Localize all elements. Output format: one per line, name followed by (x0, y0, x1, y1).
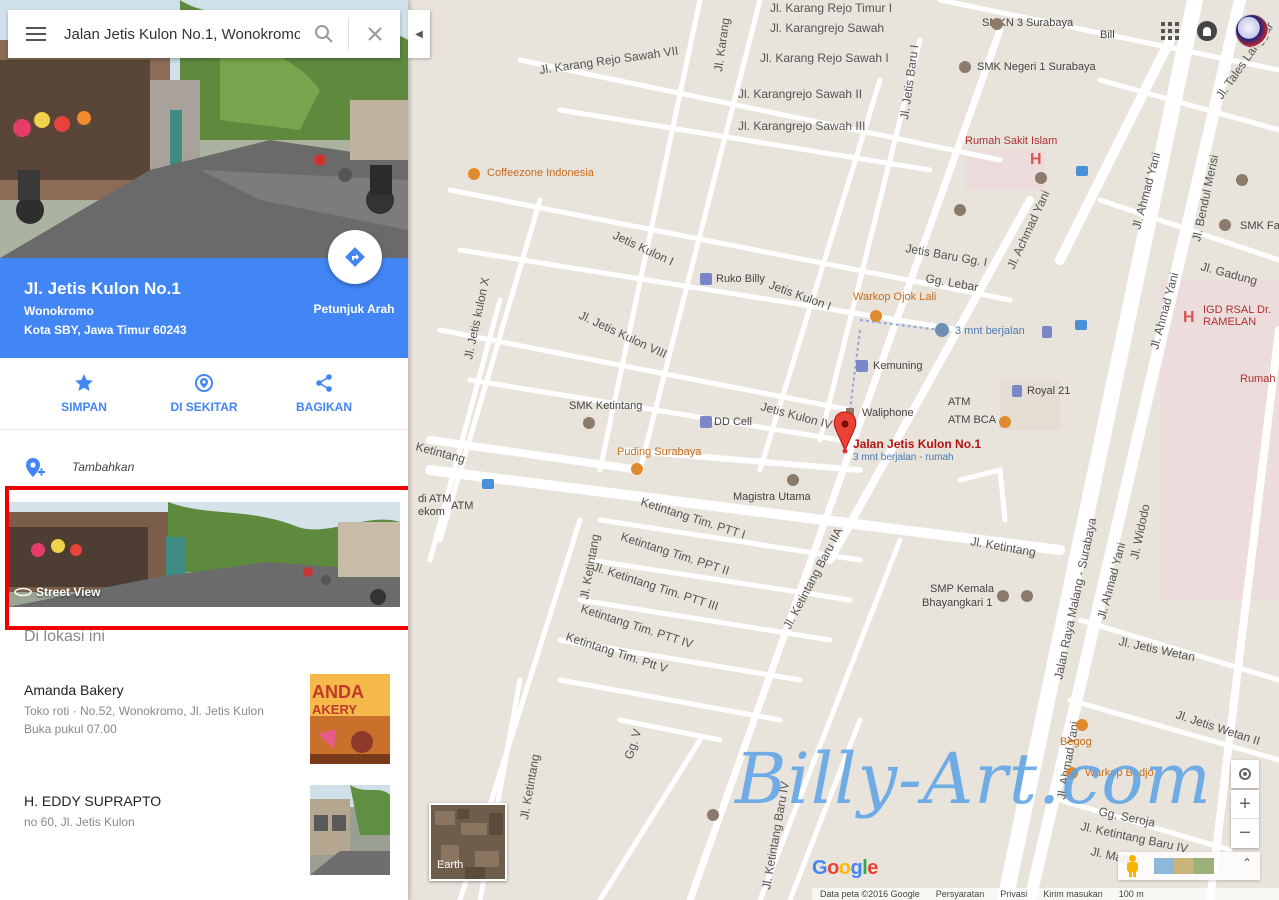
storefront-photo (310, 785, 390, 875)
side-panel: Jl. Jetis Kulon No.1 Wonokromo Kota SBY,… (0, 0, 408, 900)
share-icon (316, 374, 332, 392)
svg-text:Jl. Karangrejo Sawah II: Jl. Karangrejo Sawah II (738, 87, 862, 101)
collapse-panel-button[interactable]: ◀ (408, 10, 430, 58)
place-detail: Toko roti · No.52, Wonokromo, Jl. Jetis … (24, 704, 264, 718)
pin-subtitle: 3 mnt berjalan - rumah (853, 452, 954, 463)
action-bar: SIMPAN DI SEKITAR BAGIKAN (0, 358, 408, 430)
svg-text:3 mnt berjalan: 3 mnt berjalan (955, 325, 1025, 337)
close-icon (367, 27, 382, 41)
place-title: Jl. Jetis Kulon No.1 (24, 279, 181, 298)
svg-text:Jl. Karang Rejo Timur I: Jl. Karang Rejo Timur I (770, 1, 892, 15)
svg-text:ekom: ekom (418, 506, 445, 518)
svg-text:Jl. Karangrejo Sawah: Jl. Karangrejo Sawah (770, 21, 884, 35)
directions-icon (345, 247, 365, 267)
search-input[interactable] (64, 25, 300, 43)
zoom-in-button[interactable]: + (1231, 790, 1259, 819)
expand-chevron-icon[interactable]: ⌃ (1242, 856, 1252, 870)
svg-text:Bill: Bill (1100, 29, 1115, 41)
nearby-label: DI SEKITAR (170, 400, 238, 414)
place-name: H. EDDY SUPRAPTO (24, 793, 162, 809)
svg-text:H: H (1183, 309, 1195, 326)
notifications-icon[interactable] (1197, 21, 1217, 41)
earth-view-toggle[interactable]: Earth (429, 803, 507, 881)
menu-icon[interactable] (8, 10, 64, 58)
clear-search-button[interactable] (348, 18, 400, 50)
svg-text:Coffeezone Indonesia: Coffeezone Indonesia (487, 167, 595, 179)
svg-text:Puding Surabaya: Puding Surabaya (617, 446, 702, 458)
map-footer: Data peta ©2016 Google Persyaratan Priva… (812, 888, 1279, 900)
share-label: BAGIKAN (296, 400, 352, 414)
section-title: Di lokasi ini (24, 628, 105, 645)
save-label: SIMPAN (61, 400, 107, 414)
svg-text:ATM: ATM (948, 396, 970, 408)
nearby-button[interactable]: DI SEKITAR (154, 372, 254, 414)
svg-text:Rumah: Rumah (1240, 373, 1275, 385)
directions-button[interactable] (328, 230, 382, 284)
search-icon (315, 25, 333, 43)
my-location-button[interactable] (1231, 760, 1259, 788)
account-controls (1161, 14, 1269, 48)
place-locality: Wonokromo (24, 304, 94, 318)
pegman-bar: ⌃ (1118, 852, 1260, 880)
star-icon (75, 374, 93, 391)
svg-text:Kemuning: Kemuning (873, 360, 923, 372)
pegman-icon[interactable] (1126, 855, 1138, 877)
add-location-icon (26, 458, 45, 477)
svg-text:Magistra Utama: Magistra Utama (733, 491, 812, 503)
map-data-credit: Data peta ©2016 Google (820, 889, 920, 899)
place-hours: Buka pukul 07.00 (24, 722, 117, 736)
place-detail: no 60, Jl. Jetis Kulon (24, 815, 135, 829)
svg-text:ATM: ATM (451, 500, 473, 512)
save-button[interactable]: SIMPAN (34, 372, 134, 414)
svg-text:RAMELAN: RAMELAN (1203, 316, 1256, 328)
zoom-control: + − (1231, 790, 1259, 848)
svg-text:Bhayangkari 1: Bhayangkari 1 (922, 597, 992, 609)
add-label: Tambahkan (72, 460, 135, 474)
terms-link[interactable]: Persyaratan (936, 889, 985, 899)
svg-text:IGD RSAL Dr.: IGD RSAL Dr. (1203, 304, 1271, 316)
chevron-left-icon: ◀ (415, 28, 423, 40)
svg-text:Jl. Karang Rejo Sawah I: Jl. Karang Rejo Sawah I (760, 51, 889, 65)
earth-label: Earth (437, 859, 464, 871)
svg-text:ATM BCA: ATM BCA (948, 414, 997, 426)
place-region: Kota SBY, Jawa Timur 60243 (24, 323, 187, 337)
zoom-out-button[interactable]: − (1231, 819, 1259, 848)
scale-label: 100 m (1118, 889, 1144, 899)
place-name: Amanda Bakery (24, 682, 124, 698)
nearby-icon (195, 374, 213, 392)
watermark: Billy-Art.com (735, 738, 1212, 820)
svg-text:SMK Farmas: SMK Farmas (1240, 220, 1279, 232)
avatar[interactable] (1235, 14, 1269, 48)
svg-text:SMK Ketintang: SMK Ketintang (569, 400, 642, 412)
add-place-row[interactable]: Tambahkan (0, 448, 408, 486)
apps-grid-icon[interactable] (1161, 22, 1179, 40)
svg-text:di ATM: di ATM (418, 493, 451, 505)
place-photo (310, 785, 390, 875)
svg-text:H: H (1030, 151, 1042, 168)
google-logo: Google (812, 857, 878, 879)
svg-text:Rumah Sakit Islam: Rumah Sakit Islam (965, 135, 1057, 147)
search-box (8, 10, 400, 58)
svg-text:Jl. Karangrejo Sawah III: Jl. Karangrejo Sawah III (738, 119, 865, 133)
bakery-photo: ANDA AKERY (310, 674, 390, 764)
svg-text:SMP Kemala: SMP Kemala (930, 583, 995, 595)
directions-label[interactable]: Petunjuk Arah (300, 302, 408, 316)
privacy-link[interactable]: Privasi (1000, 889, 1027, 899)
feedback-link[interactable]: Kirim masukan (1043, 889, 1103, 899)
svg-text:DD Cell: DD Cell (714, 416, 752, 428)
place-photo: ANDA AKERY (310, 674, 390, 764)
target-icon (1239, 768, 1251, 780)
svg-text:AKERY: AKERY (312, 702, 357, 717)
svg-text:Royal 21: Royal 21 (1027, 385, 1070, 397)
svg-text:Ruko Billy: Ruko Billy (716, 273, 765, 285)
search-button[interactable] (300, 10, 348, 58)
svg-text:Warkop Ojok Lali: Warkop Ojok Lali (853, 291, 936, 303)
imagery-thumbnails[interactable] (1154, 858, 1214, 874)
pin-title[interactable]: Jalan Jetis Kulon No.1 (853, 437, 981, 451)
share-button[interactable]: BAGIKAN (274, 372, 374, 414)
svg-text:ANDA: ANDA (312, 682, 364, 702)
svg-text:Waliphone: Waliphone (862, 407, 914, 419)
highlight-frame (5, 486, 408, 630)
svg-text:SMK Negeri 1 Surabaya: SMK Negeri 1 Surabaya (977, 61, 1096, 73)
